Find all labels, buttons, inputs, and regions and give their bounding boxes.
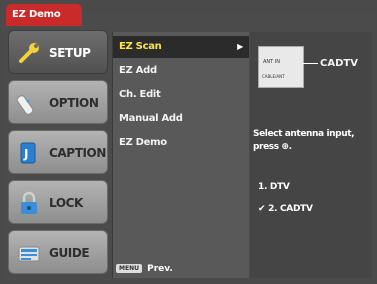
guide-icon	[18, 246, 40, 262]
caption-icon: J	[20, 142, 36, 164]
prev-label: Prev.	[147, 264, 173, 274]
antenna-port-sublabel: CABLE/ANT	[262, 74, 285, 79]
submenu-item-ch-edit[interactable]: Ch. Edit	[113, 84, 249, 106]
submenu-item-ez-add[interactable]: EZ Add	[113, 60, 249, 82]
category-label: CAPTION	[49, 146, 106, 160]
option-dtv[interactable]: 1. DTV	[258, 182, 290, 192]
setup-submenu: EZ Scan ▶ EZ Add Ch. Edit Manual Add EZ …	[112, 32, 249, 278]
info-panel: ANT IN CABLE/ANT CADTV Select antenna in…	[250, 32, 372, 278]
category-lock[interactable]: LOCK	[8, 180, 108, 224]
svg-text:J: J	[23, 147, 28, 161]
category-menu: SETUP OPTION J CAPTION LOCK GUIDE	[8, 30, 108, 278]
padlock-icon	[21, 191, 37, 214]
menu-title-tab: EZ Demo	[6, 4, 82, 26]
submenu-item-label: EZ Demo	[119, 137, 167, 148]
antenna-input-icon: ANT IN CABLE/ANT	[258, 46, 304, 88]
category-guide[interactable]: GUIDE	[8, 230, 108, 274]
category-label: GUIDE	[49, 246, 90, 260]
category-option[interactable]: OPTION	[8, 80, 108, 124]
submenu-item-label: EZ Scan	[119, 41, 162, 52]
submenu-item-ez-demo[interactable]: EZ Demo	[113, 132, 249, 154]
remote-icon	[16, 95, 34, 115]
prev-button[interactable]: MENU Prev.	[116, 264, 173, 274]
wrench-icon	[19, 43, 39, 63]
category-label: OPTION	[49, 96, 99, 110]
antenna-type-label: CADTV	[320, 58, 358, 69]
tv-menu-screen: EZ Demo SETUP OPTION J CAPTION LOCK GUID…	[0, 0, 377, 284]
submenu-item-label: EZ Add	[119, 65, 157, 76]
category-setup[interactable]: SETUP	[8, 30, 108, 74]
category-label: LOCK	[49, 196, 83, 210]
submenu-item-manual-add[interactable]: Manual Add	[113, 108, 249, 130]
submenu-item-label: Manual Add	[119, 113, 183, 124]
submenu-item-label: Ch. Edit	[119, 89, 161, 100]
submenu-item-ez-scan[interactable]: EZ Scan ▶	[113, 36, 249, 58]
option-cadtv[interactable]: ✔ 2. CADTV	[258, 204, 313, 214]
antenna-connector-line	[302, 63, 318, 64]
chevron-right-icon: ▶	[237, 42, 243, 51]
antenna-port-label: ANT IN	[263, 59, 281, 65]
menu-key-icon: MENU	[116, 264, 142, 273]
instruction-text: Select antenna input, press ⊕.	[253, 129, 355, 152]
category-caption[interactable]: J CAPTION	[8, 130, 108, 174]
category-label: SETUP	[49, 46, 91, 60]
